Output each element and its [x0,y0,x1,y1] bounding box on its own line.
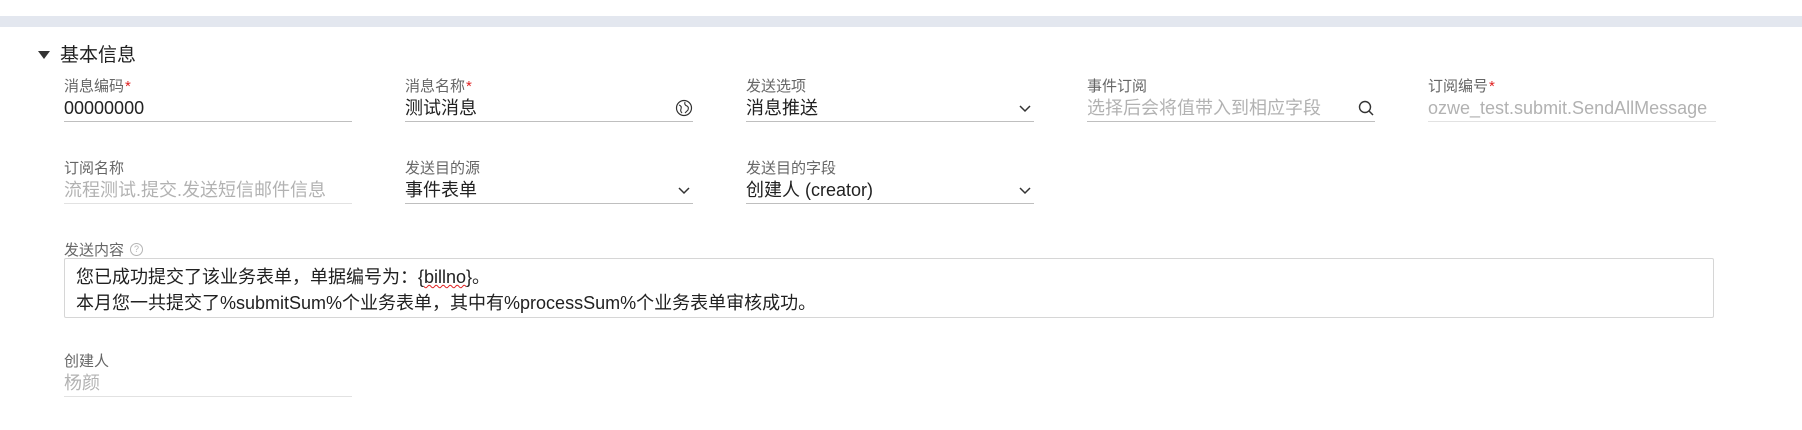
field-label: 消息编码* [64,78,131,95]
field-label: 事件订阅 [1087,78,1148,95]
field-label: 发送目的字段 [746,160,837,177]
subscription-name-value: 流程测试.提交.发送短信邮件信息 [64,180,327,200]
field-label: 发送目的源 [405,160,481,177]
field-label: 发送选项 [746,78,807,95]
help-icon[interactable]: ? [130,243,144,256]
msg-name-value: 测试消息 [405,98,477,118]
subscription-code-value: ozwe_test.submit.SendAllMessage [1428,98,1708,118]
field-label: 订阅名称 [64,160,125,177]
subscription-name-input: 流程测试.提交.发送短信邮件信息 [64,177,352,204]
top-divider [0,16,1802,27]
chevron-down-icon[interactable] [1016,181,1034,199]
target-field-select[interactable]: 创建人 (creator) [746,177,1034,204]
target-source-select[interactable]: 事件表单 [405,177,693,204]
content-label: 发送内容 ? [64,239,144,260]
field-label: 创建人 [64,353,110,370]
creator-value: 杨颜 [64,373,100,393]
subscription-code-input: ozwe_test.submit.SendAllMessage [1428,95,1716,122]
target-source-value: 事件表单 [405,180,477,200]
globe-icon[interactable] [675,99,693,117]
event-subscription-placeholder: 选择后会将值带入到相应字段 [1087,98,1321,118]
field-label: 消息名称* [405,78,472,95]
send-content-textarea[interactable]: 您已成功提交了该业务表单，单据编号为：{billno}。 本月您一共提交了%su… [64,258,1714,318]
msg-code-value: 00000000 [64,98,145,118]
msg-name-input[interactable]: 测试消息 [405,95,693,122]
msg-code-input[interactable]: 00000000 [64,95,352,122]
caret-down-icon[interactable] [38,50,50,59]
section-title: 基本信息 [60,45,137,66]
send-option-select[interactable]: 消息推送 [746,95,1034,122]
send-option-value: 消息推送 [746,98,818,118]
content-line-1: 您已成功提交了该业务表单，单据编号为：{billno}。 [76,267,491,287]
field-label: 订阅编号* [1428,78,1495,95]
content-line-2: 本月您一共提交了%submitSum%个业务表单，其中有%processSum%… [76,293,817,313]
chevron-down-icon[interactable] [675,181,693,199]
chevron-down-icon[interactable] [1016,99,1034,117]
search-icon[interactable] [1357,99,1375,117]
section-header-basic-info[interactable]: 基本信息 [38,40,136,67]
event-subscription-input[interactable]: 选择后会将值带入到相应字段 [1087,95,1375,122]
creator-input: 杨颜 [64,370,352,397]
target-field-value: 创建人 (creator) [746,180,874,200]
